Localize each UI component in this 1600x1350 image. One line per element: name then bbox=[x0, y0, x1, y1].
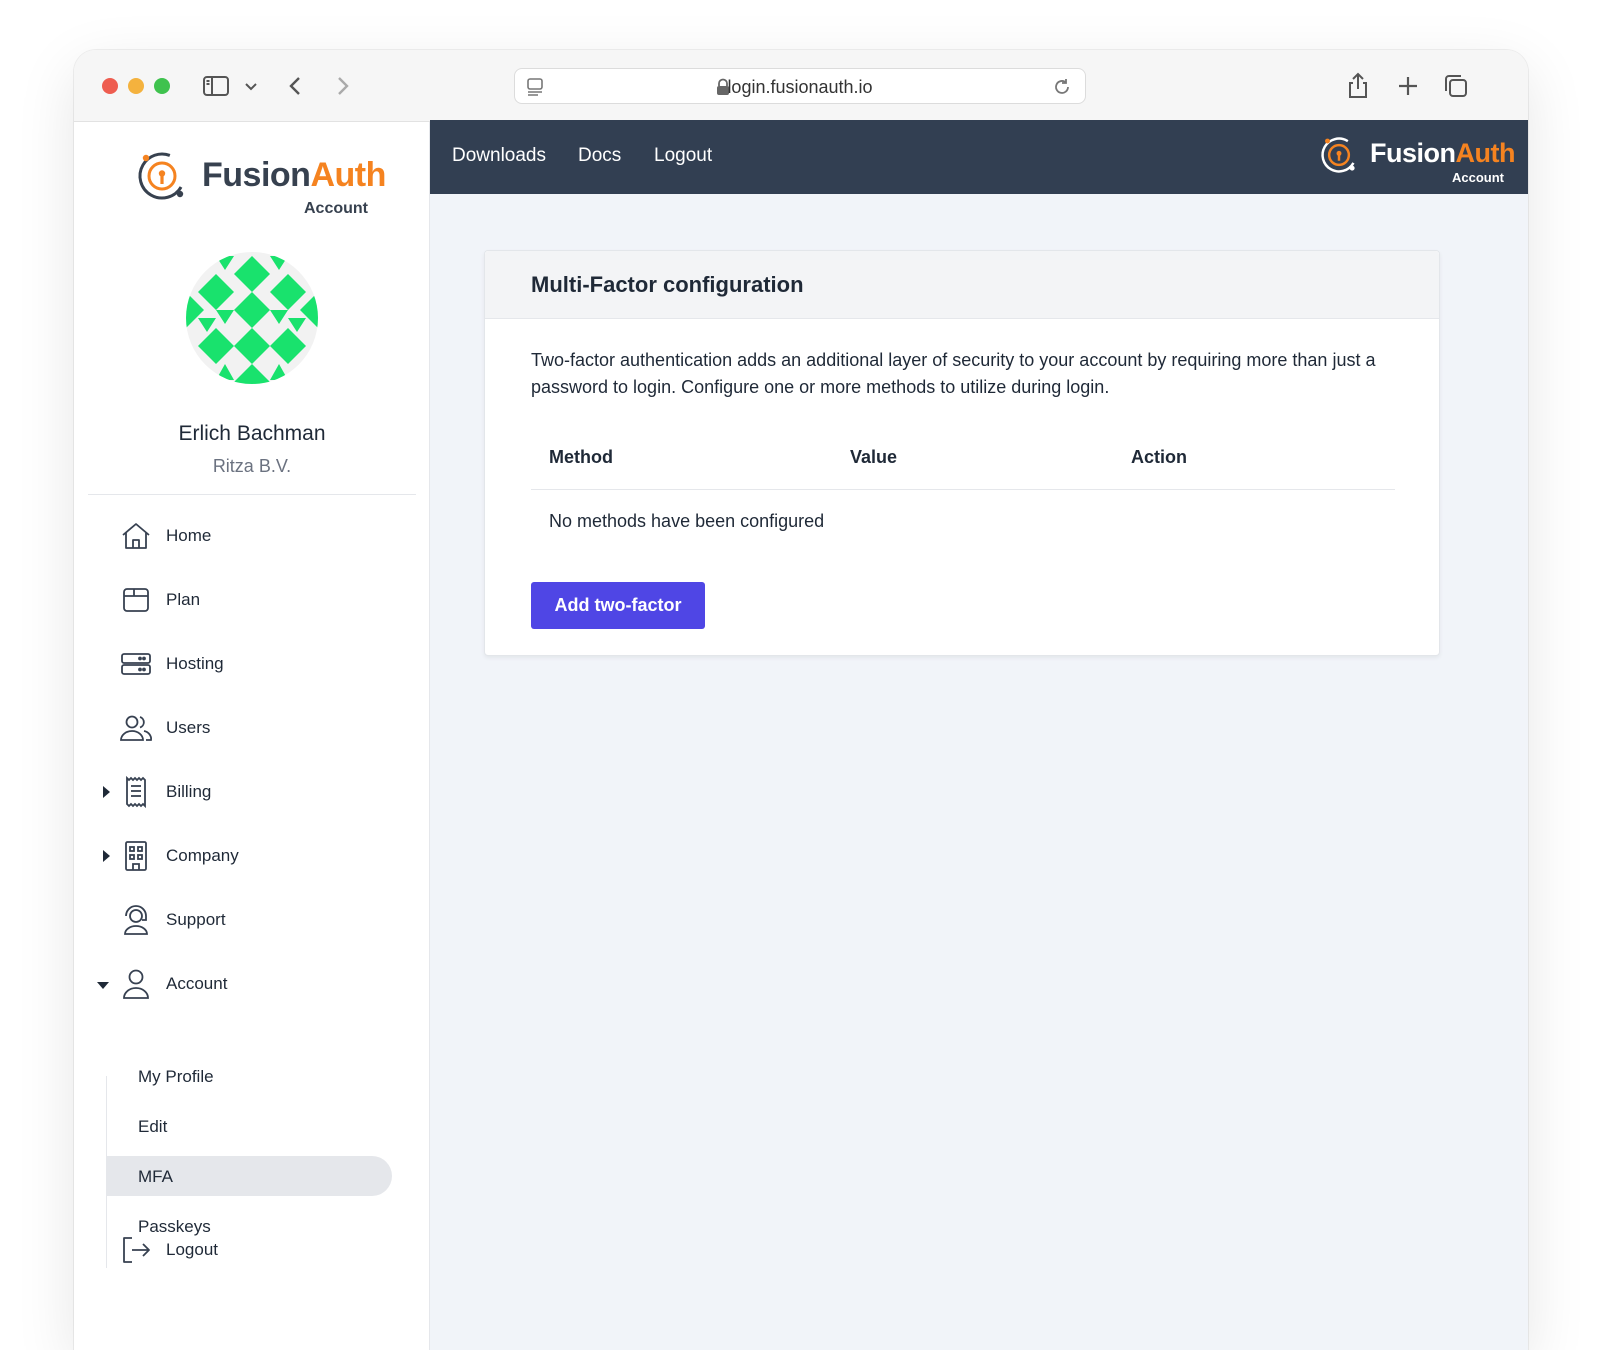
main-content: Multi-Factor configuration Two-factor au… bbox=[430, 194, 1528, 1350]
caret-right-icon[interactable] bbox=[100, 785, 112, 799]
back-arrow-icon[interactable] bbox=[280, 70, 312, 102]
receipt-icon bbox=[118, 774, 154, 810]
user-name: Erlich Bachman bbox=[178, 422, 326, 445]
sidebar-item-label: Company bbox=[166, 846, 239, 865]
sidebar-item-logout[interactable]: Logout bbox=[74, 1226, 430, 1274]
sidebar-item-label: Logout bbox=[166, 1240, 218, 1259]
users-icon bbox=[118, 710, 154, 746]
sidebar-subitem-label: Edit bbox=[138, 1117, 168, 1136]
browser-toolbar: login.fusionauth.io bbox=[74, 50, 1528, 122]
sidebar-subitem-label: MFA bbox=[138, 1167, 173, 1186]
nav-link-downloads[interactable]: Downloads bbox=[452, 145, 546, 167]
server-icon bbox=[118, 646, 154, 682]
add-two-factor-button[interactable]: Add two-factor bbox=[531, 582, 705, 629]
building-icon bbox=[118, 838, 154, 874]
sidebar-item-label: Home bbox=[166, 526, 212, 545]
sidebar-logo-sub: Account bbox=[304, 200, 368, 217]
sidebar-item-label: Account bbox=[166, 974, 228, 993]
browser-window: login.fusionauth.io Downloads Docs Logou… bbox=[74, 50, 1528, 1350]
nav-link-docs[interactable]: Docs bbox=[578, 145, 621, 167]
url-text: login.fusionauth.io bbox=[727, 77, 873, 97]
sidebar-toggle-icon[interactable] bbox=[200, 70, 232, 102]
tab-overview-icon[interactable] bbox=[1440, 70, 1472, 102]
page-title: Multi-Factor configuration bbox=[531, 272, 804, 297]
caret-right-icon[interactable] bbox=[100, 849, 112, 863]
sidebar-item-account[interactable]: Account bbox=[74, 960, 430, 1008]
sidebar-subitem-edit[interactable]: Edit bbox=[106, 1106, 392, 1146]
column-header-method: Method bbox=[549, 447, 613, 467]
sidebar-item-billing[interactable]: Billing bbox=[74, 768, 430, 816]
share-icon[interactable] bbox=[1342, 70, 1374, 102]
user-icon bbox=[118, 966, 154, 1002]
chevron-down-icon[interactable] bbox=[240, 70, 262, 102]
fusionauth-logo-icon bbox=[1321, 137, 1357, 173]
sidebar-item-label: Users bbox=[166, 718, 211, 737]
column-header-value: Value bbox=[850, 447, 898, 467]
address-bar[interactable]: login.fusionauth.io bbox=[514, 68, 1086, 104]
close-window-button[interactable] bbox=[102, 78, 118, 94]
sidebar-logo-text: FusionAuth bbox=[202, 156, 386, 194]
sidebar-logo[interactable]: FusionAuth Account bbox=[134, 148, 386, 218]
empty-table-message: No methods have been configured bbox=[549, 511, 825, 531]
sidebar-item-label: Support bbox=[166, 910, 226, 929]
sidebar-item-plan[interactable]: Plan bbox=[74, 576, 430, 624]
user-company: Ritza B.V. bbox=[212, 456, 292, 476]
nav-link-logout[interactable]: Logout bbox=[654, 145, 712, 167]
plan-icon bbox=[118, 582, 154, 618]
sidebar-item-hosting[interactable]: Hosting bbox=[74, 640, 430, 688]
logout-icon bbox=[118, 1232, 154, 1268]
header-logo-sub: Account bbox=[1452, 170, 1504, 185]
sidebar-divider bbox=[88, 494, 416, 495]
sidebar-item-label: Billing bbox=[166, 782, 212, 801]
sidebar-item-home[interactable]: Home bbox=[74, 512, 430, 560]
sidebar-subitem-my-profile[interactable]: My Profile bbox=[106, 1056, 392, 1096]
forward-arrow-icon[interactable] bbox=[326, 70, 358, 102]
sidebar: FusionAuth Account Erlich Bachman Ritza … bbox=[74, 122, 430, 1350]
headset-icon bbox=[118, 902, 154, 938]
zoom-window-button[interactable] bbox=[154, 78, 170, 94]
sidebar-item-company[interactable]: Company bbox=[74, 832, 430, 880]
mfa-card: Multi-Factor configuration Two-factor au… bbox=[484, 250, 1440, 656]
caret-down-icon[interactable] bbox=[96, 978, 110, 990]
top-navigation: Downloads Docs Logout FusionAuth Account bbox=[430, 120, 1528, 194]
column-header-action: Action bbox=[1131, 447, 1187, 467]
fusionauth-logo-icon bbox=[138, 152, 186, 200]
reload-icon[interactable] bbox=[1051, 76, 1073, 98]
mfa-description: Two-factor authentication adds an additi… bbox=[531, 350, 1376, 397]
sidebar-item-users[interactable]: Users bbox=[74, 704, 430, 752]
header-logo-text: FusionAuth bbox=[1370, 138, 1515, 168]
sidebar-item-support[interactable]: Support bbox=[74, 896, 430, 944]
home-icon bbox=[118, 518, 154, 554]
header-logo[interactable]: FusionAuth Account bbox=[1316, 130, 1515, 186]
sidebar-subitem-mfa[interactable]: MFA bbox=[106, 1156, 392, 1196]
minimize-window-button[interactable] bbox=[128, 78, 144, 94]
mfa-card-header: Multi-Factor configuration bbox=[485, 251, 1439, 319]
table-divider bbox=[531, 489, 1395, 490]
new-tab-icon[interactable] bbox=[1392, 70, 1424, 102]
avatar bbox=[186, 252, 318, 384]
sidebar-item-label: Plan bbox=[166, 590, 201, 609]
sidebar-subitem-label: My Profile bbox=[138, 1067, 214, 1086]
sidebar-item-label: Hosting bbox=[166, 654, 224, 673]
